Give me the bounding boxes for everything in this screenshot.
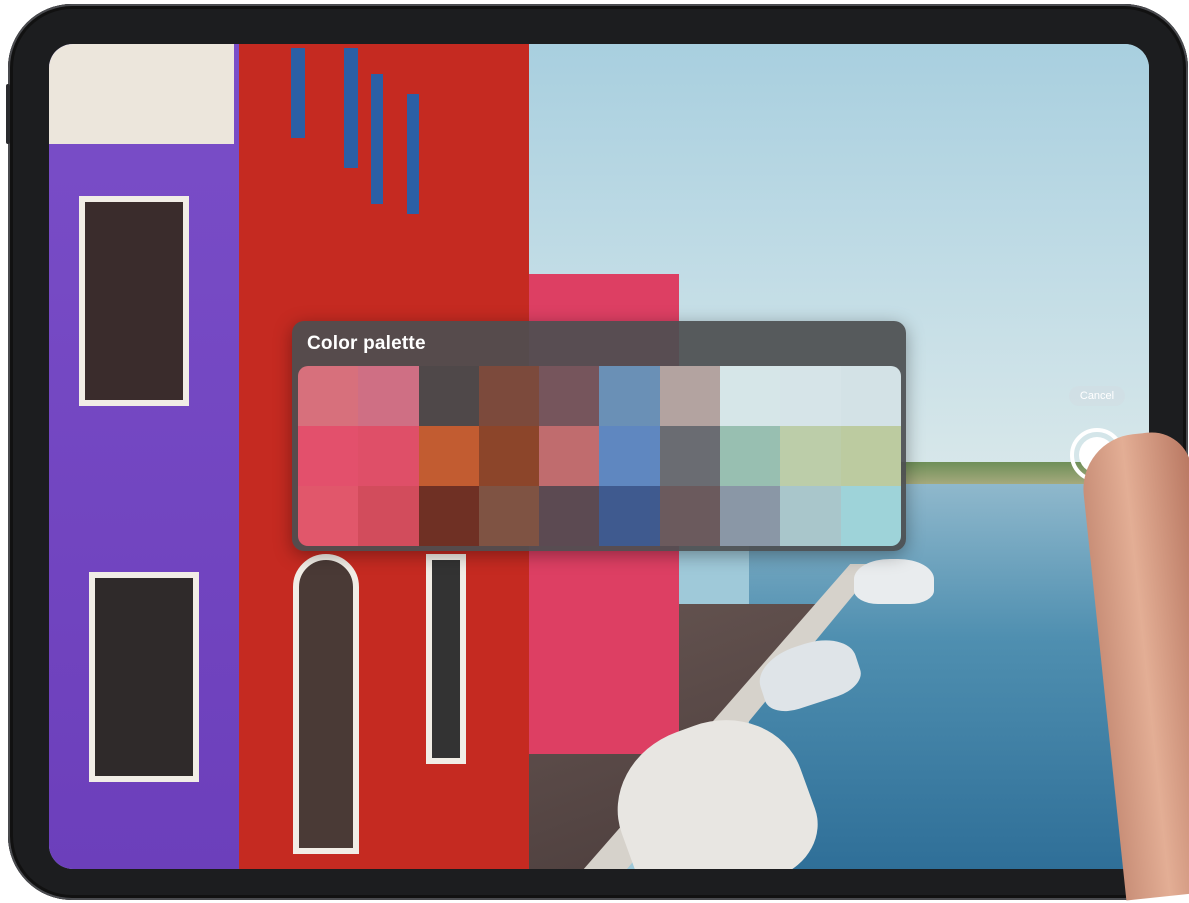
color-swatch[interactable] [539, 426, 600, 486]
window-shutter [371, 74, 383, 204]
color-swatch[interactable] [358, 426, 419, 486]
window-shutter [291, 48, 305, 138]
window-shutter [344, 48, 358, 168]
color-swatch[interactable] [780, 486, 841, 546]
side-button [6, 84, 10, 144]
color-swatch[interactable] [298, 426, 359, 486]
swatch-grid [298, 366, 901, 546]
color-swatch[interactable] [358, 366, 419, 426]
palette-title: Color palette [307, 333, 426, 354]
color-swatch[interactable] [659, 366, 721, 426]
color-swatch[interactable] [780, 366, 841, 426]
door [426, 554, 466, 764]
color-swatch[interactable] [720, 366, 781, 426]
color-swatch[interactable] [418, 366, 479, 426]
color-swatch[interactable] [539, 366, 600, 426]
color-swatch[interactable] [418, 486, 479, 546]
window [89, 572, 199, 782]
color-swatch[interactable] [478, 426, 540, 486]
window [79, 196, 189, 406]
color-swatch[interactable] [478, 486, 540, 546]
moored-boat [854, 559, 934, 604]
color-swatch[interactable] [840, 426, 901, 486]
color-swatch[interactable] [840, 366, 901, 426]
color-swatch[interactable] [720, 486, 781, 546]
cancel-button[interactable]: Cancel [1069, 386, 1125, 406]
color-palette-panel: Color palette [292, 321, 906, 551]
color-swatch[interactable] [418, 426, 479, 486]
color-swatch[interactable] [659, 426, 721, 486]
color-swatch[interactable] [659, 486, 721, 546]
color-swatch[interactable] [599, 486, 660, 546]
purple-house-cornice [49, 44, 234, 144]
color-swatch[interactable] [298, 366, 359, 426]
color-swatch[interactable] [298, 486, 359, 546]
color-swatch[interactable] [478, 366, 540, 426]
color-swatch[interactable] [599, 426, 660, 486]
window-shutter [407, 94, 419, 214]
doorway [293, 554, 359, 854]
color-swatch[interactable] [780, 426, 841, 486]
color-swatch[interactable] [539, 486, 600, 546]
color-swatch[interactable] [599, 366, 660, 426]
color-swatch[interactable] [720, 426, 781, 486]
color-swatch[interactable] [840, 486, 901, 546]
color-swatch[interactable] [358, 486, 419, 546]
